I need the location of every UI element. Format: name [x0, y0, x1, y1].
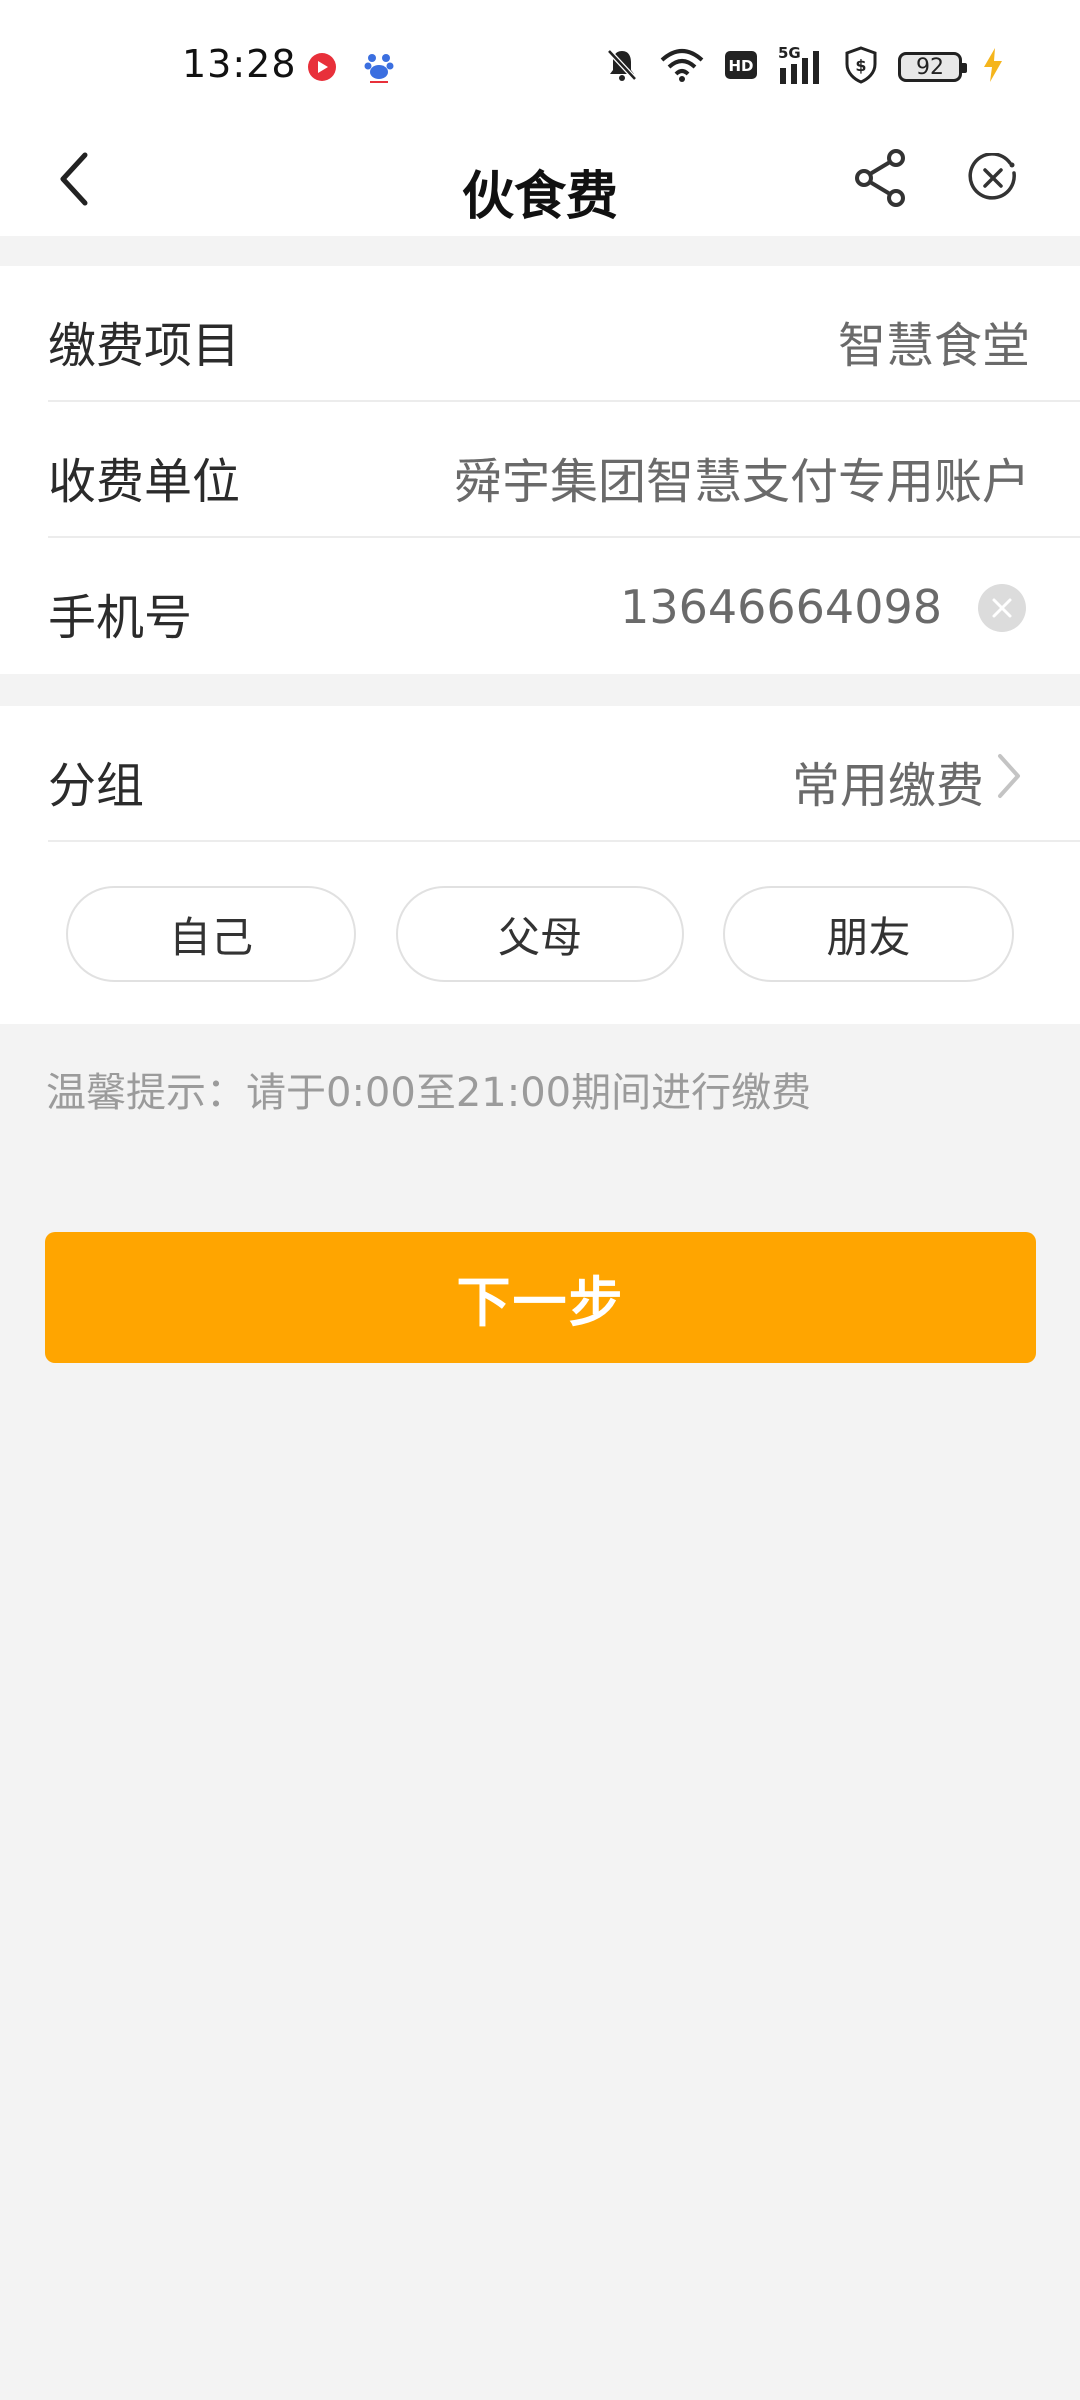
signal-icon: 5G — [778, 44, 824, 86]
group-label: 分组 — [48, 758, 145, 814]
chip-friends[interactable]: 朋友 — [723, 886, 1014, 982]
row-divider — [48, 840, 1080, 842]
status-bar: 13:28 HD 5G $ 92 — [0, 0, 1080, 130]
hd-icon: HD — [724, 50, 758, 84]
group-value: 常用缴费 — [791, 758, 984, 814]
group-row[interactable]: 分组 常用缴费 — [0, 706, 1080, 842]
share-icon — [855, 149, 905, 207]
video-app-icon — [306, 51, 338, 87]
payment-item-label: 缴费项目 — [48, 318, 241, 374]
phone-label: 手机号 — [48, 590, 193, 646]
close-circle-icon — [968, 153, 1016, 200]
phone-row: 手机号 — [0, 538, 1080, 674]
close-button[interactable] — [958, 138, 1028, 218]
payment-time-tip: 温馨提示：请于0:00至21:00期间进行缴费 — [46, 1070, 812, 1116]
chip-self[interactable]: 自己 — [66, 886, 356, 982]
chip-parents[interactable]: 父母 — [396, 886, 684, 982]
payment-item-value: 智慧食堂 — [837, 318, 1030, 374]
next-step-button[interactable]: 下一步 — [45, 1232, 1036, 1363]
group-chips: 自己 父母 朋友 — [0, 886, 1080, 984]
wifi-icon — [660, 48, 704, 86]
baidu-icon — [364, 50, 394, 88]
clear-phone-button[interactable] — [978, 584, 1026, 632]
battery-level: 92 — [916, 54, 944, 80]
mute-bell-icon — [604, 47, 640, 87]
chevron-right-icon — [998, 754, 1020, 798]
payee-row: 收费单位 舜宇集团智慧支付专用账户 — [0, 402, 1080, 538]
page-title: 伙食费 — [461, 167, 618, 227]
clear-icon — [992, 598, 1012, 618]
payment-info-card: 缴费项目 智慧食堂 收费单位 舜宇集团智慧支付专用账户 手机号 — [0, 266, 1080, 674]
svg-text:$: $ — [855, 56, 866, 75]
payee-value: 舜宇集团智慧支付专用账户 — [453, 454, 1030, 510]
status-right-icons: HD 5G $ 92 — [604, 44, 1004, 88]
status-left-icons — [306, 50, 394, 88]
payee-label: 收费单位 — [48, 454, 241, 510]
header-bar: 伙食费 — [0, 130, 1080, 236]
payment-item-row: 缴费项目 智慧食堂 — [0, 266, 1080, 402]
share-button[interactable] — [846, 138, 916, 218]
battery-icon: 92 — [898, 52, 967, 82]
shield-icon: $ — [844, 46, 878, 88]
status-time: 13:28 — [182, 42, 297, 86]
charging-icon — [982, 47, 1004, 87]
svg-text:HD: HD — [728, 57, 753, 75]
phone-input[interactable] — [522, 572, 942, 642]
